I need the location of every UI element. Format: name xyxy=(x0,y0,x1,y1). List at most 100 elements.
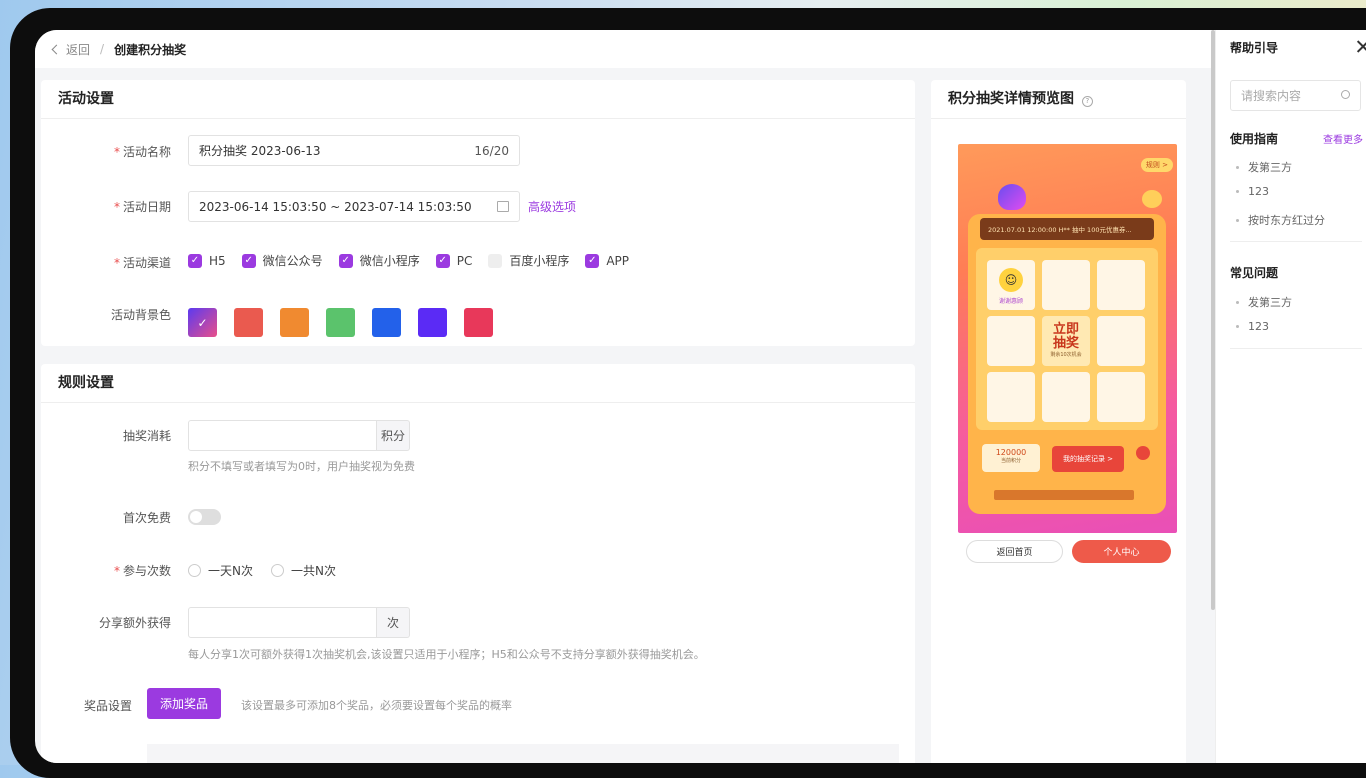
divider xyxy=(1230,241,1362,242)
back-home-button[interactable]: 返回首页 xyxy=(966,540,1063,563)
activity-name-count: 16/20 xyxy=(474,143,509,158)
draw-remaining: 剩余10次机会 xyxy=(1050,352,1082,358)
preview-title-row: 积分抽奖详情预览图 ? xyxy=(931,80,1186,119)
first-free-toggle[interactable] xyxy=(188,509,221,525)
phone-preview: 规则 > 2021.07.01 12:00:00 H** 抽中 100元优惠券.… xyxy=(958,144,1177,533)
page-title: 创建积分抽奖 xyxy=(114,42,187,57)
color-swatch-crimson[interactable] xyxy=(464,308,493,337)
color-swatch-red[interactable] xyxy=(234,308,263,337)
search-icon xyxy=(1341,90,1350,99)
help-circle-icon[interactable]: ? xyxy=(1081,96,1093,107)
prize-cell xyxy=(1097,316,1145,366)
channel-app[interactable]: ✓ APP xyxy=(585,253,629,268)
guide-item[interactable]: 按时东方红过分 xyxy=(1236,212,1325,228)
joystick-icon xyxy=(1136,446,1150,460)
checkbox-checked-icon: ✓ xyxy=(435,253,450,268)
color-swatch-violet[interactable] xyxy=(418,308,447,337)
personal-center-button[interactable]: 个人中心 xyxy=(1072,540,1171,563)
activity-name-value: 积分抽奖 2023-06-13 xyxy=(199,144,321,158)
radio-per-day[interactable]: 一天N次 xyxy=(188,562,253,579)
smile-icon: ☺ xyxy=(999,268,1023,292)
activity-date-picker[interactable]: 2023-06-14 15:03:50 ~ 2023-07-14 15:03:5… xyxy=(188,191,520,222)
close-icon[interactable] xyxy=(1356,40,1366,53)
points-label: 当前积分 xyxy=(1000,458,1021,464)
color-swatch-orange[interactable] xyxy=(280,308,309,337)
back-label: 返回 xyxy=(66,42,91,57)
advanced-options-link[interactable]: 高级选项 xyxy=(528,198,576,215)
color-swatch-green[interactable] xyxy=(326,308,355,337)
cost-addon: 积分 xyxy=(377,420,410,451)
breadcrumb-separator: / xyxy=(100,42,105,56)
share-hint: 每人分享1次可额外获得1次抽奖机会,该设置只适用于小程序；H5和公众号不支持分享… xyxy=(188,648,705,661)
prize-table-header xyxy=(147,744,899,763)
chevron-left-icon xyxy=(51,44,62,54)
share-label: 分享额外获得 xyxy=(98,616,171,630)
draw-line-2: 抽奖 xyxy=(1052,336,1079,351)
cost-label: 抽奖消耗 xyxy=(122,429,171,443)
color-swatch-selected[interactable]: ✓ xyxy=(188,308,217,337)
prize-cell xyxy=(1042,372,1090,422)
coin-decoration xyxy=(1142,190,1162,208)
help-search-input[interactable]: 请搜索内容 xyxy=(1230,80,1361,111)
activity-name-label: * 活动名称 xyxy=(113,145,171,159)
back-link[interactable]: 返回 xyxy=(51,41,91,58)
preview-title: 积分抽奖详情预览图 xyxy=(948,91,1074,107)
calendar-icon xyxy=(497,201,509,212)
radio-circle-icon xyxy=(270,564,284,577)
rules-settings-title: 规则设置 xyxy=(41,364,915,403)
machine-slot xyxy=(994,490,1134,500)
activity-date-label: * 活动日期 xyxy=(113,200,171,214)
channel-wechat-miniprogram[interactable]: ✓ 微信小程序 xyxy=(338,252,420,269)
winner-marquee: 2021.07.01 12:00:00 H** 抽中 100元优惠券... xyxy=(980,218,1154,240)
prize-hint: 该设置最多可添加8个奖品，必须要设置每个奖品的概率 xyxy=(241,699,512,712)
channel-baidu-miniprogram[interactable]: 百度小程序 xyxy=(488,252,569,269)
radio-circle-icon xyxy=(188,564,201,577)
share-input[interactable] xyxy=(188,607,377,638)
top-bar: 返回 / 创建积分抽奖 xyxy=(35,30,1215,68)
guide-title: 使用指南 xyxy=(1230,132,1279,146)
cost-hint: 积分不填写或者填写为0时，用户抽奖视为免费 xyxy=(188,460,415,473)
prize-cell xyxy=(987,316,1035,366)
checkbox-checked-icon: ✓ xyxy=(338,253,353,268)
channel-checkboxes: ✓ H5 ✓ 微信公众号 ✓ 微信小程序 ✓ PC 百度小程序 ✓ APP xyxy=(188,252,645,269)
first-free-label: 首次免费 xyxy=(122,511,171,525)
app-screen: 返回 / 创建积分抽奖 活动设置 * 活动名称 积分抽奖 2023-06-13 1… xyxy=(35,30,1366,763)
prize-cell-thanks: ☺ 谢谢惠顾 xyxy=(987,260,1035,310)
points-value: 120000 xyxy=(995,448,1027,457)
prize-label: 奖品设置 xyxy=(83,699,132,713)
prize-cell xyxy=(1097,372,1145,422)
help-title: 帮助引导 xyxy=(1230,41,1279,55)
share-addon: 次 xyxy=(377,607,410,638)
rules-tag: 规则 > xyxy=(1140,158,1173,172)
activity-name-input[interactable]: 积分抽奖 2023-06-13 16/20 xyxy=(188,135,520,166)
activity-date-value: 2023-06-14 15:03:50 ~ 2023-07-14 15:03:5… xyxy=(199,199,472,214)
guide-more-link[interactable]: 查看更多 xyxy=(1323,131,1363,146)
activity-settings-title: 活动设置 xyxy=(41,80,915,119)
guide-item[interactable]: 123 xyxy=(1236,185,1269,198)
checkbox-checked-icon: ✓ xyxy=(585,253,600,268)
draw-line-1: 立即 xyxy=(1052,322,1079,337)
channel-pc[interactable]: ✓ PC xyxy=(435,253,472,268)
thanks-label: 谢谢惠顾 xyxy=(998,298,1023,305)
faq-item[interactable]: 发第三方 xyxy=(1236,294,1292,310)
channel-wechat-official[interactable]: ✓ 微信公众号 xyxy=(241,252,323,269)
faq-item[interactable]: 123 xyxy=(1236,320,1269,333)
checkbox-checked-icon: ✓ xyxy=(241,253,256,268)
radio-total[interactable]: 一共N次 xyxy=(270,562,336,579)
balloon-decoration xyxy=(998,184,1026,210)
my-records-button[interactable]: 我的抽奖记录 > xyxy=(1052,446,1124,472)
channel-label: * 活动渠道 xyxy=(113,256,171,270)
prize-cell xyxy=(1097,260,1145,310)
help-search-placeholder: 请搜索内容 xyxy=(1241,89,1302,103)
prize-cell xyxy=(1042,260,1090,310)
guide-item[interactable]: 发第三方 xyxy=(1236,159,1292,175)
divider xyxy=(1230,348,1362,349)
times-radio-group: 一天N次 一共N次 xyxy=(188,562,354,579)
add-prize-button[interactable]: 添加奖品 xyxy=(147,688,221,719)
prize-cell xyxy=(987,372,1035,422)
cost-input[interactable] xyxy=(188,420,377,451)
bg-color-label: 活动背景色 xyxy=(110,308,171,322)
draw-button[interactable]: 立即 抽奖 剩余10次机会 xyxy=(1042,316,1090,366)
color-swatch-blue[interactable] xyxy=(372,308,401,337)
channel-h5[interactable]: ✓ H5 xyxy=(188,253,226,268)
